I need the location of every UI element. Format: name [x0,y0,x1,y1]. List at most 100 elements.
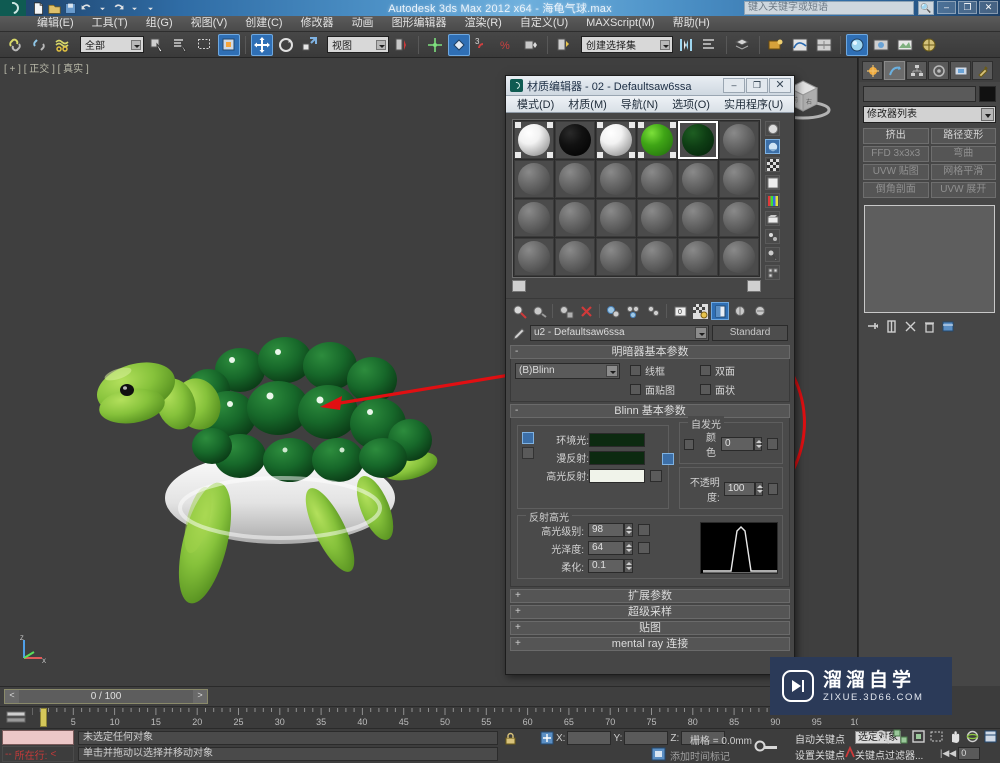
get-material-icon[interactable] [510,302,528,320]
redo-icon[interactable] [112,2,125,15]
self-illum-spinner[interactable] [753,437,763,451]
slot-14[interactable] [555,199,595,237]
redo-dropdown-icon[interactable] [128,2,141,15]
slot-3[interactable] [596,121,636,159]
zoom-extents-icon[interactable] [911,729,926,744]
slot-24[interactable] [719,238,759,276]
lock-ambient-diffuse-toggle-icon[interactable] [662,453,674,465]
make-unique-icon[interactable] [624,302,642,320]
put-material-to-scene-icon[interactable] [530,302,548,320]
make-material-copy-icon[interactable] [604,302,622,320]
track-bar[interactable]: 5 10 15 20 25 30 35 40 45 50 55 60 65 70 75 80 85 90 95 100 [0,706,858,728]
modifier-button-0[interactable]: 挤出 [863,128,929,144]
slot-22[interactable] [637,238,677,276]
rollout-expand-icon[interactable]: + [515,590,521,602]
me-close-button[interactable]: ✕ [769,78,791,93]
chevron-down-icon[interactable] [606,365,618,377]
pin-stack-icon[interactable] [864,319,880,334]
menu-item-9[interactable]: 自定义(U) [511,16,577,31]
remove-modifier-icon[interactable] [921,319,937,334]
rollout-header-shader[interactable]: - 明暗器基本参数 [510,345,790,359]
specular-level-map-button[interactable] [638,524,650,536]
slot-5[interactable] [678,121,718,159]
angle-snap-icon[interactable]: 3 [472,34,494,56]
orbit-icon[interactable] [965,729,980,744]
material-id-channel-icon[interactable]: 0 [671,302,689,320]
selection-filter-combo[interactable]: 全部 [80,36,144,53]
specular-level-spinner[interactable] [624,523,633,537]
search-input[interactable]: 键入关键字或短语 [744,1,914,15]
rollout-header-collapsed-3[interactable]: + mental ray 连接 [510,637,790,651]
select-object-icon[interactable] [146,34,168,56]
zoom-region-icon[interactable] [929,729,944,744]
rollout-collapse-icon[interactable]: - [515,405,518,417]
viewport-label[interactable]: [ + ] [ 正交 ] [ 真实 ] [4,60,89,75]
close-button[interactable]: ✕ [979,1,998,14]
configure-modifier-sets-icon[interactable] [940,319,956,334]
rollout-expand-icon[interactable]: + [515,622,521,634]
show-end-result-icon[interactable] [711,302,729,320]
shader-type-combo[interactable]: (B)Blinn [515,363,620,379]
menu-item-7[interactable]: 图形编辑器 [383,16,456,31]
minimize-button[interactable]: – [937,1,956,14]
reset-map-material-icon[interactable] [577,302,595,320]
align-icon[interactable] [699,34,721,56]
create-tab[interactable] [862,61,883,80]
zoom-icon[interactable] [875,729,890,744]
modifier-list-combo[interactable]: 修改器列表 [863,106,996,123]
sample-slots-grid[interactable] [512,119,761,278]
slot-4[interactable] [637,121,677,159]
opacity-map-button[interactable] [767,483,778,495]
chevron-down-icon[interactable] [131,40,141,50]
modifier-button-6[interactable]: 倒角剖面 [863,182,929,198]
me-menu-item-4[interactable]: 实用程序(U) [717,96,790,112]
add-time-tag-icon[interactable] [651,747,666,761]
curve-editor-icon[interactable] [789,34,811,56]
motion-tab[interactable] [928,61,949,80]
glossiness-input[interactable]: 64 [588,541,624,555]
rollout-header-collapsed-2[interactable]: + 贴图 [510,621,790,635]
mirror-icon[interactable] [675,34,697,56]
material-editor-window[interactable]: 材质编辑器 - 02 - Defaultsaw6ssa – ❐ ✕ 模式(D) 材… [505,75,795,675]
y-input[interactable] [624,731,669,745]
slot-11[interactable] [678,160,718,198]
options-icon[interactable] [765,229,780,244]
me-menu-item-1[interactable]: 材质(M) [561,96,614,112]
key-nav-icon[interactable]: |◀◀ [940,748,956,759]
chevron-down-icon[interactable] [660,40,670,50]
diffuse-color-swatch[interactable] [589,450,645,465]
menu-item-3[interactable]: 视图(V) [182,16,237,31]
soften-input[interactable]: 0.1 [588,559,624,573]
set-key-button[interactable]: 设置关键点 [795,747,845,762]
slot-2[interactable] [555,121,595,159]
save-file-icon[interactable] [64,2,77,15]
search-icon[interactable]: 🔍 [918,1,934,15]
x-input[interactable] [567,731,612,745]
edit-named-selection-sets-icon[interactable] [553,34,575,56]
select-by-name-icon[interactable] [170,34,192,56]
utilities-tab[interactable] [972,61,993,80]
modify-tab[interactable] [884,61,905,80]
slot-18[interactable] [719,199,759,237]
me-minimize-button[interactable]: – [723,78,745,93]
time-slider-handle[interactable]: < 0 / 100 > [4,689,208,704]
customize-qat-icon[interactable] [144,2,157,15]
rollout-header-collapsed-1[interactable]: + 超级采样 [510,605,790,619]
maxscript-line-indicator[interactable]: -- 所在行: < [2,746,74,762]
me-menu-item-0[interactable]: 模式(D) [510,96,561,112]
shader-checkbox-1[interactable] [700,365,711,376]
show-end-result-icon[interactable] [883,319,899,334]
me-maximize-button[interactable]: ❐ [746,78,768,93]
rectangular-selection-region-icon[interactable] [194,34,216,56]
shader-checkbox-2[interactable] [630,384,641,395]
slot-12[interactable] [719,160,759,198]
specular-map-button[interactable] [650,469,662,482]
slot-6[interactable] [719,121,759,159]
named-selection-set-combo[interactable]: 创建选择集 [581,36,673,53]
maxscript-mini-listener[interactable] [2,730,74,745]
make-preview-icon[interactable] [765,211,780,226]
menu-item-2[interactable]: 组(G) [137,16,182,31]
render-production-icon[interactable] [918,34,940,56]
slot-1[interactable] [514,121,554,159]
rollout-collapse-icon[interactable]: - [515,346,518,358]
